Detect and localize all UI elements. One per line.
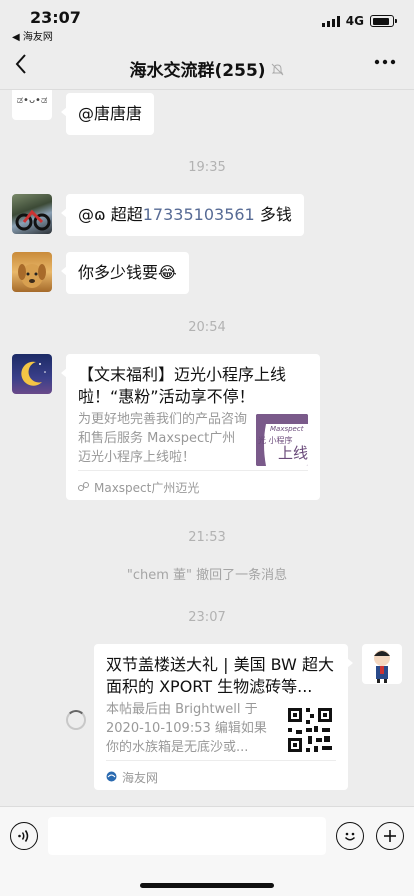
bell-off-icon [271,63,284,79]
home-indicator[interactable] [140,883,274,888]
battery-icon [370,15,397,27]
more-dots-icon[interactable] [374,50,396,80]
timestamp: 20:54 [188,320,226,335]
sending-spinner-icon [66,710,86,730]
status-bar: 23:07 ◀ 海友网 4G [0,0,414,44]
qr-code-thumbnail [284,704,336,756]
source-name: Maxspect广州迈光 [94,481,200,495]
plus-icon[interactable] [376,822,404,850]
message-bubble[interactable]: @ɷ 超超17335103561 多钱 [61,194,304,236]
mini-program-icon [78,477,89,499]
article-thumbnail: Maxspect 光 小程序 上线 [256,414,308,466]
timestamp: 21:53 [188,530,226,545]
avatar[interactable] [12,252,52,292]
recall-notice: "chem 董" 撤回了一条消息 [126,568,288,583]
back-to-app-link[interactable]: ◀ 海友网 [12,28,53,43]
article-title: 双节盖楼送大礼 | 美国 BW 超大面积的 XPORT 生物滤砖等... [106,655,334,696]
message-input[interactable] [48,817,326,855]
message-text: 多钱 [254,205,292,224]
chat-header: 海水交流群(255) [0,44,414,90]
avatar[interactable] [12,354,52,394]
message-bubble[interactable]: 你多少钱要😂 [61,252,189,294]
thumb-headline: 上线 [278,444,308,462]
phone-link[interactable]: 17335103561 [143,205,255,224]
timestamp: 23:07 [188,610,226,625]
article-card[interactable]: 【文末福利】迈光小程序上线啦！“惠粉”活动享不停！ 为更好地完善我们的产品咨询和… [61,354,320,500]
site-logo-icon [106,767,117,789]
network-type: 4G [345,14,364,28]
chat-title: 海水交流群(255) [129,61,266,81]
message-bubble[interactable]: @唐唐唐 [60,93,155,135]
avatar[interactable] [362,644,402,684]
avatar[interactable]: ಡ•ᴗ•ಡ [12,90,52,120]
avatar[interactable] [12,194,52,234]
mention-text: @ɷ 超超 [78,205,143,224]
status-time: 23:07 [30,8,81,27]
article-source: 海友网 [106,760,336,789]
timestamp: 19:35 [188,160,226,175]
source-name: 海友网 [122,771,159,785]
input-bar [0,806,414,896]
article-title: 【文末福利】迈光小程序上线啦！“惠粉”活动享不停！ [78,365,287,406]
message-list[interactable]: ಡ•ᴗ•ಡ @唐唐唐 19:35 @ɷ 超超17335103561 多钱 你多少… [0,90,414,806]
article-summary: 为更好地完善我们的产品咨询和售后服务 Maxspect广州迈光小程序上线啦！ [78,412,248,465]
article-card[interactable]: 双节盖楼送大礼 | 美国 BW 超大面积的 XPORT 生物滤砖等... 本帖最… [94,644,353,790]
signal-icon [321,15,340,27]
article-source: Maxspect广州迈光 [78,470,308,499]
voice-icon[interactable] [10,822,38,850]
emoji-icon[interactable] [336,822,364,850]
article-summary: 本帖最后由 Brightwell 于 2020-10-109:53 编辑如果你的… [106,702,267,755]
